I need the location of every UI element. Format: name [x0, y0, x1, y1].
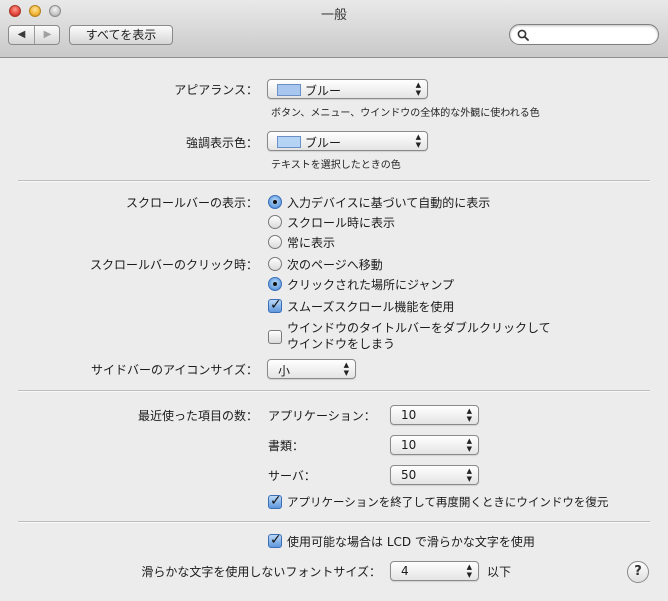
lcd-smoothing-checkbox[interactable]: ✓: [268, 532, 282, 548]
checkmark-icon: ✓: [270, 297, 282, 313]
font-smoothing-suffix: 以下: [487, 565, 512, 579]
font-smoothing-size-label: 滑らかな文字を使用しないフォントサイズ：: [141, 565, 381, 579]
back-forward-control: ◀ ▶: [8, 25, 60, 45]
recent-documents-popup[interactable]: 10 ▲ ▼: [390, 435, 479, 455]
recent-servers-value: 50: [401, 468, 417, 482]
sidebar-icon-size-label: サイドバーのアイコンサイズ：: [90, 363, 258, 377]
appearance-value: ブルー: [305, 84, 342, 98]
divider: [18, 521, 650, 523]
appearance-label: アピアランス：: [174, 83, 258, 97]
recent-applications-popup[interactable]: 10 ▲ ▼: [390, 405, 479, 425]
checkmark-icon: ✓: [270, 532, 282, 548]
restore-windows-checkbox[interactable]: ✓: [268, 493, 282, 509]
divider: [18, 180, 650, 182]
popup-arrows-icon: ▲ ▼: [343, 361, 349, 377]
scrollbar-always-radio[interactable]: [268, 235, 282, 249]
title-bar: 一般 ◀ ▶ すべてを表示: [0, 0, 668, 58]
sidebar-icon-size-value: 小: [278, 364, 291, 378]
recent-applications-label: アプリケーション：: [268, 409, 376, 423]
highlight-color-popup[interactable]: ブルー ▲ ▼: [267, 131, 428, 151]
forward-button[interactable]: ▶: [35, 26, 60, 44]
search-field[interactable]: [509, 24, 659, 45]
smooth-scrolling-checkbox[interactable]: ✓: [268, 297, 282, 313]
recent-items-label: 最近使った項目の数：: [137, 409, 258, 423]
preferences-window: 一般 ◀ ▶ すべてを表示 アピアランス： ブルー ▲ ▼ ボタン、メニュー、ウイ…: [0, 0, 668, 601]
sidebar-icon-size-popup[interactable]: 小 ▲ ▼: [267, 359, 356, 379]
recent-documents-value: 10: [401, 438, 417, 452]
smooth-scrolling-label[interactable]: スムーズスクロール機能を使用: [287, 298, 454, 315]
divider: [18, 390, 650, 392]
show-all-button[interactable]: すべてを表示: [69, 25, 173, 45]
popup-arrows-icon: ▲ ▼: [415, 133, 421, 149]
font-smoothing-size-value: 4: [401, 564, 409, 578]
jump-next-page-radio[interactable]: [268, 257, 282, 271]
appearance-description: ボタン、メニュー、ウインドウの全体的な外観に使われる色: [271, 108, 540, 119]
scrollbar-auto-label[interactable]: 入力デバイスに基づいて自動的に表示: [287, 194, 490, 211]
highlight-color-label: 強調表示色：: [185, 136, 258, 150]
scrollbar-always-label[interactable]: 常に表示: [287, 234, 335, 251]
window-title: 一般: [320, 8, 347, 23]
recent-applications-value: 10: [401, 408, 417, 422]
highlight-color-swatch: [277, 136, 301, 148]
lcd-smoothing-label[interactable]: 使用可能な場合は LCD で滑らかな文字を使用: [287, 533, 535, 550]
restore-windows-label[interactable]: アプリケーションを終了して再度開くときにウインドウを復元: [287, 494, 608, 510]
jump-clicked-spot-label[interactable]: クリックされた場所にジャンプ: [287, 276, 454, 293]
double-click-minimize-label-line2[interactable]: ウインドウをしまう: [287, 335, 395, 352]
forward-arrow-icon: ▶: [43, 29, 52, 40]
popup-arrows-icon: ▲ ▼: [466, 437, 472, 453]
jump-next-page-label[interactable]: 次のページへ移動: [287, 256, 383, 273]
double-click-minimize-label-line1[interactable]: ウインドウのタイトルバーをダブルクリックして: [287, 319, 551, 336]
popup-arrows-icon: ▲ ▼: [466, 467, 472, 483]
recent-servers-popup[interactable]: 50 ▲ ▼: [390, 465, 479, 485]
scrollbar-visibility-label: スクロールバーの表示：: [125, 196, 258, 210]
jump-clicked-spot-radio[interactable]: [268, 277, 282, 291]
scrollbar-auto-radio[interactable]: [268, 195, 282, 209]
font-smoothing-size-popup[interactable]: 4 ▲ ▼: [390, 561, 479, 581]
popup-arrows-icon: ▲ ▼: [466, 563, 472, 579]
scrollbar-click-label: スクロールバーのクリック時：: [89, 258, 258, 272]
highlight-color-description: テキストを選択したときの色: [271, 160, 401, 171]
highlight-color-value: ブルー: [305, 136, 342, 150]
checkmark-icon: ✓: [270, 493, 282, 509]
scrollbar-when-scrolling-radio[interactable]: [268, 215, 282, 229]
double-click-minimize-checkbox[interactable]: ✓: [268, 330, 282, 344]
back-arrow-icon: ◀: [17, 29, 26, 40]
back-button[interactable]: ◀: [9, 26, 35, 44]
search-input[interactable]: [532, 27, 652, 42]
recent-servers-label: サーバ：: [268, 469, 316, 483]
appearance-popup[interactable]: ブルー ▲ ▼: [267, 79, 428, 99]
popup-arrows-icon: ▲ ▼: [415, 81, 421, 97]
search-icon: [517, 29, 529, 41]
recent-documents-label: 書類：: [268, 439, 305, 453]
scrollbar-when-scrolling-label[interactable]: スクロール時に表示: [287, 214, 395, 231]
appearance-color-swatch: [277, 84, 301, 96]
popup-arrows-icon: ▲ ▼: [466, 407, 472, 423]
help-button[interactable]: ?: [627, 561, 649, 583]
